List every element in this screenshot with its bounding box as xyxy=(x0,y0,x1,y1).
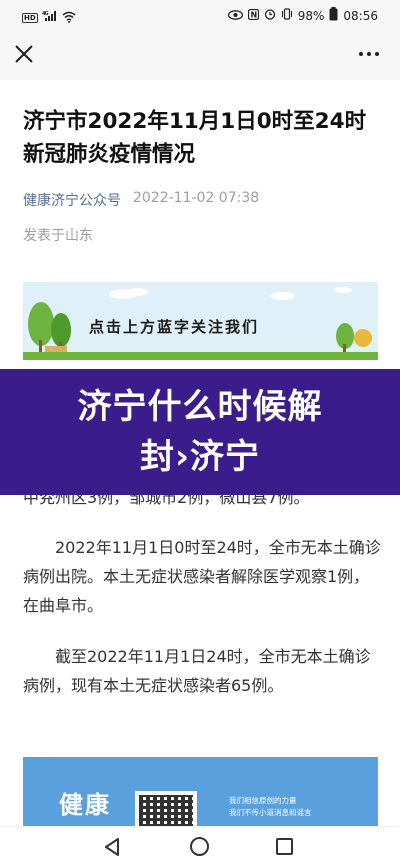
account-link[interactable]: 健康济宁公众号 xyxy=(23,190,121,210)
wifi-icon xyxy=(62,8,76,27)
article-meta: 健康济宁公众号 2022-11-02 07:38 xyxy=(23,190,259,210)
card-slogan-2: 我们不传小道消息和谣言 xyxy=(229,808,312,817)
status-left: HD 4G xyxy=(22,8,76,27)
more-dot xyxy=(359,52,363,56)
article-title: 济宁市2022年11月1日0时至24时新冠肺炎疫情情况 xyxy=(23,109,367,167)
more-dot xyxy=(367,52,371,56)
publish-date: 2022-11-02 07:38 xyxy=(133,190,260,206)
status-right: N 98% 08:56 xyxy=(227,7,378,24)
card-brand: 健康 xyxy=(59,791,111,819)
back-icon[interactable] xyxy=(104,838,120,860)
headline-overlay: 济宁什么时候解封›济宁 xyxy=(0,369,400,495)
system-nav-bar xyxy=(0,826,400,866)
more-icon[interactable] xyxy=(354,42,384,66)
publish-location: 发表于山东 xyxy=(23,228,93,244)
close-icon[interactable] xyxy=(12,42,36,66)
overlay-headline: 济宁什么时候解封›济宁 xyxy=(77,387,323,477)
vibrate-icon xyxy=(281,8,293,23)
signal-icon: 4G xyxy=(42,10,58,25)
follow-banner[interactable]: 点击上方蓝字关注我们 xyxy=(23,282,378,360)
follow-text: 点击上方蓝字关注我们 xyxy=(89,318,260,336)
status-bar: HD 4G N 98% 08:56 xyxy=(0,0,400,30)
hd-icon: HD xyxy=(22,12,38,23)
home-icon[interactable] xyxy=(190,837,209,856)
top-nav-bar xyxy=(0,30,400,80)
svg-text:N: N xyxy=(250,10,257,19)
alarm-icon xyxy=(264,8,276,23)
nfc-icon: N xyxy=(247,8,259,23)
more-dot xyxy=(375,52,379,56)
svg-text:4G: 4G xyxy=(42,11,48,17)
health-card[interactable]: 健康 我们相信原创的力量 我们不传小道消息和谣言 xyxy=(23,757,378,827)
qr-code-icon xyxy=(135,791,197,827)
paragraph: 2022年11月1日0时至24时，全市无本土确诊病例出院。本土无症状感染者解除医… xyxy=(23,538,381,615)
recent-apps-icon[interactable] xyxy=(276,838,293,855)
banner-grass xyxy=(23,352,378,360)
card-slogan-1: 我们相信原创的力量 xyxy=(229,796,297,805)
paragraph: 截至2022年11月1日24时，全市无本土确诊病例，现有本土无症状感染者65例。 xyxy=(23,647,371,695)
clock: 08:56 xyxy=(343,8,378,23)
battery-text: 98% xyxy=(297,8,325,23)
eye-icon xyxy=(227,9,243,23)
battery-icon xyxy=(329,7,338,24)
